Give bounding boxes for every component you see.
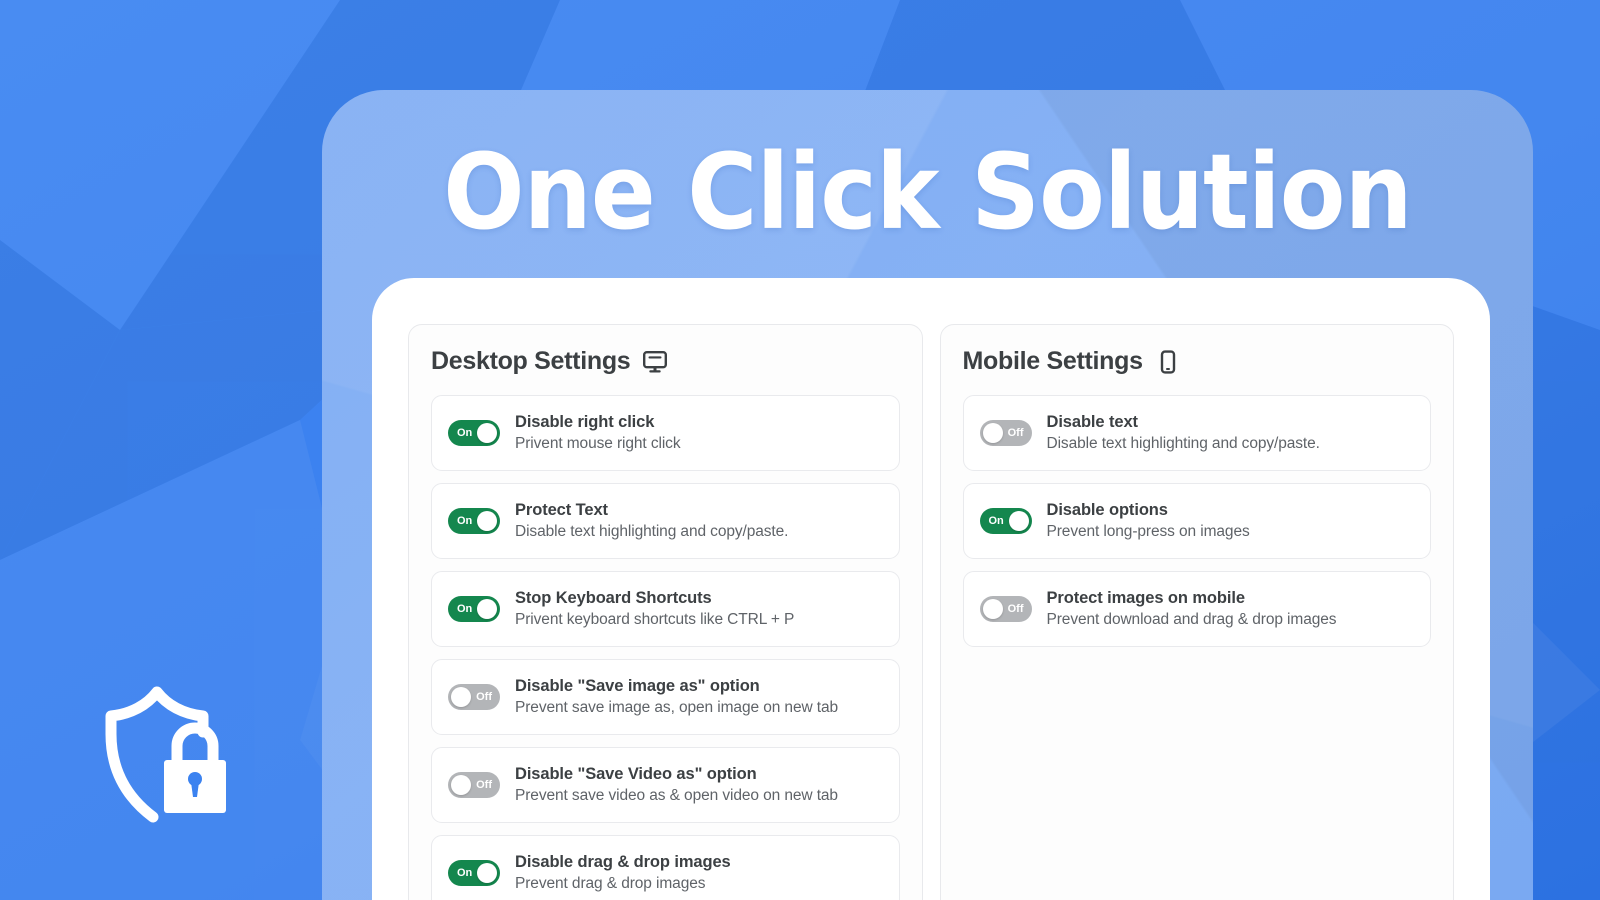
setting-description: Prevent drag & drop images <box>515 875 706 892</box>
setting-title: Disable options <box>1046 501 1168 519</box>
toggle-knob <box>451 687 471 707</box>
setting-row-disable-options[interactable]: On Disable options Prevent long-press on… <box>962 483 1431 559</box>
toggle-disable-drag-drop-images[interactable]: On <box>448 860 500 886</box>
setting-description: Prevent save image as, open image on new… <box>515 699 839 716</box>
toggle-state-label: Off <box>476 691 492 703</box>
setting-description: Privent mouse right click <box>515 435 681 452</box>
toggle-stop-keyboard-shortcuts[interactable]: On <box>448 596 500 622</box>
toggle-state-label: Off <box>1007 427 1024 439</box>
mobile-panel-title: Mobile Settings <box>962 347 1144 375</box>
toggle-state-label: On <box>457 515 473 527</box>
setting-text: Disable "Save image as" option Prevent s… <box>515 677 838 717</box>
toggle-knob <box>477 423 497 443</box>
toggle-knob <box>477 599 497 619</box>
shield-lock-icon <box>105 686 226 823</box>
toggle-knob <box>477 511 497 531</box>
setting-row-disable-save-video-as[interactable]: Off Disable "Save Video as" option Preve… <box>431 747 900 823</box>
toggle-state-label: On <box>457 867 473 879</box>
setting-title: Disable "Save image as" option <box>515 677 760 695</box>
toggle-state-label: Off <box>1007 603 1024 615</box>
promo-banner: One Click Solution Desktop Settings On D… <box>0 0 1600 900</box>
setting-title: Stop Keyboard Shortcuts <box>515 589 712 607</box>
setting-text: Protect images on mobile Prevent downloa… <box>1047 589 1337 629</box>
mobile-settings-panel: Mobile Settings Off Disable text Disable… <box>939 324 1454 900</box>
setting-row-disable-text[interactable]: Off Disable text Disable text highlighti… <box>962 395 1431 471</box>
setting-description: Disable text highlighting and copy/paste… <box>1046 435 1320 452</box>
toggle-knob <box>451 775 471 795</box>
setting-title: Disable text <box>1046 413 1139 431</box>
desktop-monitor-icon <box>642 349 668 375</box>
setting-description: Privent keyboard shortcuts like CTRL + P <box>515 611 795 628</box>
setting-row-disable-save-image-as[interactable]: Off Disable "Save image as" option Preve… <box>431 659 900 735</box>
setting-text: Protect Text Disable text highlighting a… <box>515 501 788 541</box>
setting-text: Disable "Save Video as" option Prevent s… <box>515 765 838 805</box>
toggle-protect-images-on-mobile[interactable]: Off <box>979 596 1032 622</box>
setting-description: Prevent long-press on images <box>1046 523 1250 540</box>
mobile-settings-list: Off Disable text Disable text highlighti… <box>962 395 1431 647</box>
setting-row-protect-images-on-mobile[interactable]: Off Protect images on mobile Prevent dow… <box>962 571 1431 647</box>
setting-row-disable-right-click[interactable]: On Disable right click Privent mouse rig… <box>431 395 900 471</box>
mobile-panel-header: Mobile Settings <box>963 347 1432 376</box>
page-title: One Click Solution <box>443 131 1412 253</box>
toggle-knob <box>1008 511 1029 531</box>
setting-title: Disable right click <box>515 413 655 431</box>
setting-title: Protect images on mobile <box>1046 589 1246 607</box>
setting-description: Prevent download and drag & drop images <box>1046 611 1337 628</box>
desktop-settings-panel: Desktop Settings On Disable right click … <box>408 324 923 900</box>
setting-text: Disable drag & drop images Prevent drag … <box>515 853 731 893</box>
setting-text: Disable text Disable text highlighting a… <box>1047 413 1320 453</box>
setting-title: Disable "Save Video as" option <box>515 765 757 783</box>
setting-row-stop-keyboard-shortcuts[interactable]: On Stop Keyboard Shortcuts Privent keybo… <box>431 571 900 647</box>
toggle-state-label: On <box>457 603 473 615</box>
toggle-knob <box>477 863 497 883</box>
setting-text: Disable right click Privent mouse right … <box>515 413 681 453</box>
desktop-panel-header: Desktop Settings <box>431 347 900 376</box>
settings-panels: Desktop Settings On Disable right click … <box>408 324 1454 900</box>
mobile-phone-icon <box>1155 349 1181 375</box>
toggle-knob <box>982 599 1003 619</box>
toggle-disable-right-click[interactable]: On <box>448 420 500 446</box>
setting-title: Disable drag & drop images <box>515 853 731 871</box>
toggle-disable-save-video-as[interactable]: Off <box>448 772 500 798</box>
setting-text: Stop Keyboard Shortcuts Privent keyboard… <box>515 589 794 629</box>
desktop-panel-title: Desktop Settings <box>431 347 631 375</box>
toggle-disable-text[interactable]: Off <box>979 420 1032 446</box>
setting-row-disable-drag-drop-images[interactable]: On Disable drag & drop images Prevent dr… <box>431 835 900 900</box>
desktop-settings-list: On Disable right click Privent mouse rig… <box>431 395 900 900</box>
setting-description: Prevent save video as & open video on ne… <box>515 787 838 804</box>
toggle-disable-options[interactable]: On <box>979 508 1032 534</box>
toggle-state-label: On <box>988 515 1004 527</box>
toggle-state-label: On <box>457 427 473 439</box>
settings-card: Desktop Settings On Disable right click … <box>372 278 1490 900</box>
setting-row-protect-text[interactable]: On Protect Text Disable text highlightin… <box>431 483 900 559</box>
setting-text: Disable options Prevent long-press on im… <box>1047 501 1250 541</box>
toggle-knob <box>982 423 1003 443</box>
setting-description: Disable text highlighting and copy/paste… <box>515 523 789 540</box>
toggle-state-label: Off <box>476 779 492 791</box>
toggle-disable-save-image-as[interactable]: Off <box>448 684 500 710</box>
setting-title: Protect Text <box>515 501 608 519</box>
toggle-protect-text[interactable]: On <box>448 508 500 534</box>
